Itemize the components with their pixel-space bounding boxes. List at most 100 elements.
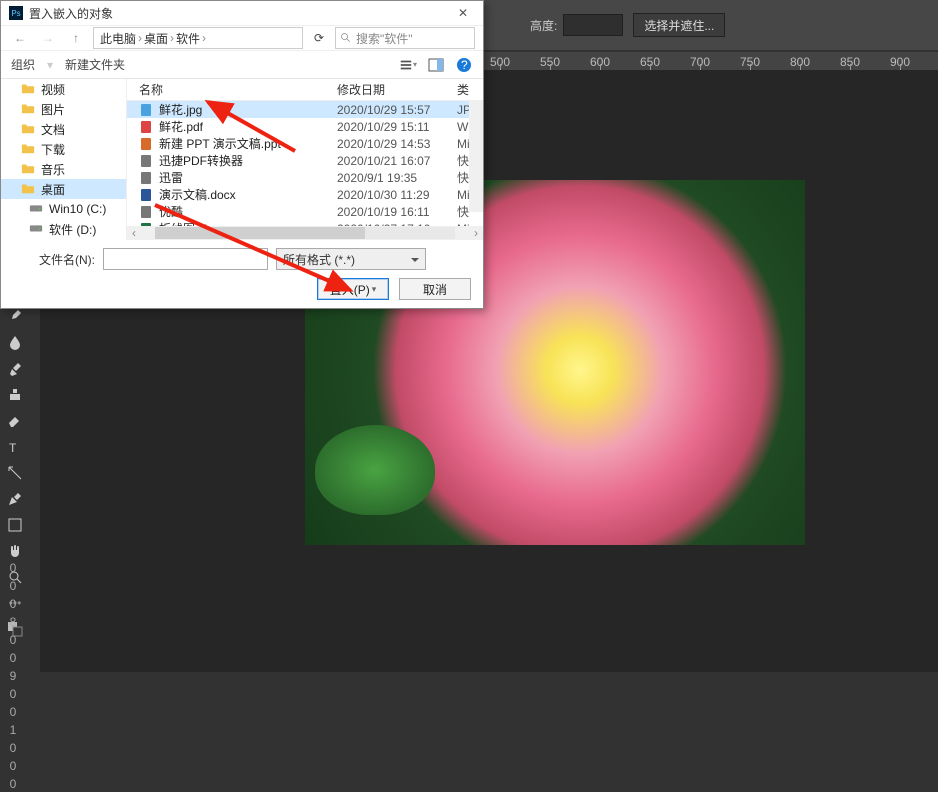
cancel-button[interactable]: 取消 xyxy=(399,278,471,300)
file-icon xyxy=(139,120,153,134)
vertical-ruler-fragment: 0008009001000 xyxy=(0,560,26,792)
sidebar-item[interactable]: 图片 xyxy=(1,99,126,119)
file-date: 2020/10/29 14:53 xyxy=(337,137,457,151)
shape-tool[interactable] xyxy=(4,514,26,536)
file-date: 2020/9/1 19:35 xyxy=(337,171,457,185)
eraser-tool[interactable] xyxy=(4,410,26,432)
sidebar-item-label: 音乐 xyxy=(41,161,65,178)
svg-text:T: T xyxy=(9,441,17,455)
column-name[interactable]: 名称 xyxy=(127,79,337,100)
pen-tool[interactable] xyxy=(4,488,26,510)
breadcrumb-item[interactable]: 桌面 xyxy=(144,30,168,47)
file-icon xyxy=(139,222,153,227)
file-icon xyxy=(139,188,153,202)
hand-tool[interactable] xyxy=(4,540,26,562)
dialog-navbar: ← → ↑ 此电脑 › 桌面 › 软件 › ⟳ 搜索"软件" xyxy=(1,25,483,51)
refresh-button[interactable]: ⟳ xyxy=(309,31,329,45)
nav-back-button[interactable]: ← xyxy=(9,28,31,48)
file-name: 演示文稿.docx xyxy=(159,186,337,203)
sidebar-item[interactable]: 桌面 xyxy=(1,179,126,199)
sidebar-item[interactable]: 文档 xyxy=(1,119,126,139)
preview-pane-button[interactable] xyxy=(427,56,445,74)
file-type: Mi xyxy=(457,222,483,227)
brush-tool[interactable] xyxy=(4,358,26,380)
file-date: 2020/10/29 15:57 xyxy=(337,103,457,117)
view-mode-button[interactable]: ▾ xyxy=(399,56,417,74)
height-input[interactable] xyxy=(563,14,623,36)
filename-input[interactable] xyxy=(103,248,268,270)
sidebar-item[interactable]: 软件 (D:) xyxy=(1,219,126,239)
eyedropper-tool[interactable] xyxy=(4,306,26,328)
file-row[interactable]: 折线图.xlsx2020/10/27 17:10Mi xyxy=(127,220,483,226)
file-name: 迅雷 xyxy=(159,169,337,186)
file-name: 鲜花.jpg xyxy=(159,101,337,118)
folder-icon xyxy=(21,142,35,157)
scrollbar-thumb[interactable] xyxy=(155,227,365,239)
sidebar-item-label: 下载 xyxy=(41,141,65,158)
search-placeholder: 搜索"软件" xyxy=(356,30,413,47)
height-label: 高度: xyxy=(530,17,557,34)
organize-menu[interactable]: 组织 xyxy=(11,56,35,73)
file-row[interactable]: 鲜花.jpg2020/10/29 15:57JP xyxy=(127,101,483,118)
folder-icon xyxy=(21,182,35,197)
chevron-right-icon: › xyxy=(170,31,174,45)
chevron-right-icon: › xyxy=(202,31,206,45)
file-icon xyxy=(139,103,153,117)
breadcrumb-root[interactable]: 此电脑 xyxy=(100,30,136,47)
file-icon xyxy=(139,171,153,185)
place-embedded-dialog: Ps 置入嵌入的对象 ✕ ← → ↑ 此电脑 › 桌面 › 软件 › ⟳ 搜索"… xyxy=(0,0,484,309)
dialog-toolbar: 组织 ▾ 新建文件夹 ▾ ? xyxy=(1,51,483,79)
search-input[interactable]: 搜索"软件" xyxy=(335,27,475,49)
file-row[interactable]: 迅雷2020/9/1 19:35快 xyxy=(127,169,483,186)
clone-stamp-tool[interactable] xyxy=(4,384,26,406)
new-folder-button[interactable]: 新建文件夹 xyxy=(65,56,125,73)
file-icon xyxy=(139,205,153,219)
sidebar-item-label: Win10 (C:) xyxy=(49,202,106,216)
sidebar-item-label: 视频 xyxy=(41,81,65,98)
sidebar-item[interactable]: 视频 xyxy=(1,79,126,99)
sidebar-item-label: 文档 xyxy=(41,121,65,138)
filter-text: 所有格式 (*.*) xyxy=(283,251,355,268)
column-date[interactable]: 修改日期 xyxy=(337,79,457,100)
file-name: 鲜花.pdf xyxy=(159,118,337,135)
file-row[interactable]: 鲜花.pdf2020/10/29 15:11W xyxy=(127,118,483,135)
close-icon[interactable]: ✕ xyxy=(451,6,475,20)
breadcrumb[interactable]: 此电脑 › 桌面 › 软件 › xyxy=(93,27,303,49)
breadcrumb-item[interactable]: 软件 xyxy=(176,30,200,47)
sidebar-item[interactable]: 音乐 xyxy=(1,159,126,179)
dialog-title: 置入嵌入的对象 xyxy=(29,5,113,22)
horizontal-scrollbar[interactable]: ‹ › xyxy=(127,226,483,240)
vertical-scrollbar[interactable] xyxy=(469,101,483,212)
file-row[interactable]: 演示文稿.docx2020/10/30 11:29Mi xyxy=(127,186,483,203)
file-name: 迅捷PDF转换器 xyxy=(159,152,337,169)
select-and-mask-button[interactable]: 选择并遮住... xyxy=(633,13,725,37)
file-row[interactable]: 新建 PPT 演示文稿.ppt2020/10/29 14:53Mi xyxy=(127,135,483,152)
sidebar-item-label: 桌面 xyxy=(41,181,65,198)
file-row[interactable]: 迅捷PDF转换器2020/10/21 16:07快 xyxy=(127,152,483,169)
file-icon xyxy=(139,137,153,151)
sidebar-item[interactable]: Win10 (C:) xyxy=(1,199,126,219)
file-filter-select[interactable]: 所有格式 (*.*) xyxy=(276,248,426,270)
dialog-titlebar: Ps 置入嵌入的对象 ✕ xyxy=(1,1,483,25)
help-button[interactable]: ? xyxy=(455,56,473,74)
file-date: 2020/10/19 16:11 xyxy=(337,205,457,219)
file-name: 新建 PPT 演示文稿.ppt xyxy=(159,135,337,152)
blur-tool[interactable] xyxy=(4,332,26,354)
filename-label: 文件名(N): xyxy=(13,251,95,268)
folder-icon xyxy=(21,122,35,137)
folder-icon xyxy=(21,102,35,117)
column-type[interactable]: 类 xyxy=(457,79,483,100)
file-list[interactable]: 鲜花.jpg2020/10/29 15:57JP鲜花.pdf2020/10/29… xyxy=(127,101,483,226)
height-field: 高度: xyxy=(530,14,623,36)
file-list-header[interactable]: 名称 修改日期 类 xyxy=(127,79,483,101)
sidebar-item[interactable]: 下载 xyxy=(1,139,126,159)
file-row[interactable]: 优酷2020/10/19 16:11快 xyxy=(127,203,483,220)
nav-forward-button[interactable]: → xyxy=(37,28,59,48)
path-tool[interactable] xyxy=(4,462,26,484)
drive-icon xyxy=(29,202,43,217)
folder-sidebar[interactable]: 视频图片文档下载音乐桌面Win10 (C:)软件 (D:)Win7 (E:) xyxy=(1,79,127,240)
sidebar-item-label: 图片 xyxy=(41,101,65,118)
type-tool[interactable]: T xyxy=(4,436,26,458)
nav-up-button[interactable]: ↑ xyxy=(65,28,87,48)
place-button[interactable]: 置入(P)▾ xyxy=(317,278,389,300)
